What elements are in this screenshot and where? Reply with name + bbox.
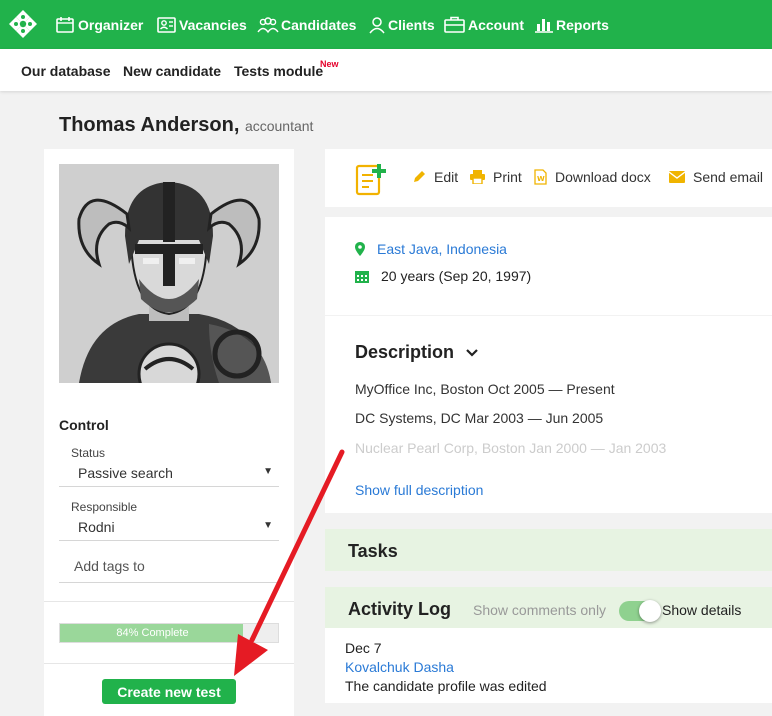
subnav-our-database[interactable]: Our database <box>21 63 110 79</box>
divider <box>44 601 294 602</box>
log-user-link[interactable]: Kovalchuk Dasha <box>345 659 454 675</box>
responsible-value: Rodni <box>78 519 115 535</box>
download-docx-label: Download docx <box>555 169 651 185</box>
toggle-knob <box>639 600 661 622</box>
organizer-icon <box>56 16 74 33</box>
status-label: Status <box>71 446 106 460</box>
description-line: DC Systems, DC Mar 2003 — Jun 2005 <box>355 410 604 426</box>
candidate-photo <box>59 164 279 383</box>
word-file-icon: W <box>534 169 547 185</box>
location-link[interactable]: East Java, Indonesia <box>377 241 507 257</box>
nav-candidates-label: Candidates <box>281 16 357 33</box>
create-new-test-button[interactable]: Create new test <box>102 679 236 704</box>
pencil-icon <box>414 171 425 182</box>
candidate-toolbar: Edit Print W Download docx Send email <box>325 149 772 207</box>
chevron-down-icon <box>466 348 478 357</box>
print-label: Print <box>493 169 522 185</box>
nav-organizer[interactable]: Organizer <box>56 0 143 49</box>
nav-reports-label: Reports <box>556 16 609 33</box>
edit-label: Edit <box>434 169 459 185</box>
tags-input[interactable]: Add tags to <box>59 549 279 583</box>
candidate-info-card: East Java, Indonesia 20 years (Sep 20, 1… <box>325 217 772 315</box>
print-button[interactable]: Print <box>470 169 522 185</box>
age-row: 20 years (Sep 20, 1997) <box>355 268 531 284</box>
responsible-dropdown-arrow-icon: ▼ <box>263 520 273 531</box>
account-icon <box>444 16 465 33</box>
envelope-icon <box>669 171 685 183</box>
nav-clients-label: Clients <box>388 16 435 33</box>
description-line: MyOffice Inc, Boston Oct 2005 — Present <box>355 381 615 397</box>
vacancies-icon <box>157 16 176 33</box>
tags-placeholder: Add tags to <box>74 558 145 574</box>
show-comments-only-label[interactable]: Show comments only <box>473 602 606 618</box>
nav-reports[interactable]: Reports <box>534 0 609 49</box>
profile-progress-bar: 84% Complete <box>59 623 279 643</box>
map-pin-icon <box>355 242 365 256</box>
status-value: Passive search <box>78 465 173 481</box>
app-logo-icon[interactable] <box>8 9 38 39</box>
nav-account-label: Account <box>468 16 524 33</box>
nav-vacancies[interactable]: Vacancies <box>157 0 247 49</box>
candidate-position: accountant <box>244 118 314 134</box>
responsible-select[interactable]: Rodni ▼ <box>59 515 279 541</box>
nav-organizer-label: Organizer <box>78 16 144 33</box>
responsible-label: Responsible <box>71 500 138 514</box>
show-full-description-link[interactable]: Show full description <box>355 482 483 498</box>
show-details-toggle[interactable] <box>619 600 661 622</box>
control-heading: Control <box>59 417 109 433</box>
age-text: 20 years (Sep 20, 1997) <box>381 268 532 284</box>
activity-log-header: Activity Log Show comments only Show det… <box>325 587 772 628</box>
location-row: East Java, Indonesia <box>355 241 507 257</box>
progress-text: 84% Complete <box>116 627 189 639</box>
new-badge: New <box>320 59 339 69</box>
nav-vacancies-label: Vacancies <box>179 16 247 33</box>
candidate-title: Thomas Anderson, accountant <box>59 114 313 137</box>
nav-clients[interactable]: Clients <box>368 0 435 49</box>
subnav-new-candidate[interactable]: New candidate <box>123 63 221 79</box>
nav-candidates[interactable]: Candidates <box>257 0 356 49</box>
top-navigation-bar: Organizer Vacancies Candidates Clients A… <box>0 0 772 49</box>
send-email-button[interactable]: Send email <box>669 169 763 185</box>
candidate-side-panel: Control Status Passive search ▼ Responsi… <box>44 149 294 716</box>
subnav-tests-module[interactable]: Tests module <box>234 63 323 79</box>
tasks-section-header[interactable]: Tasks <box>325 529 772 571</box>
divider <box>44 663 294 664</box>
calendar-icon <box>355 271 369 283</box>
log-text: The candidate profile was edited <box>345 678 547 694</box>
tasks-heading: Tasks <box>348 541 398 561</box>
status-select[interactable]: Passive search ▼ <box>59 461 279 487</box>
description-heading: Description <box>355 342 455 362</box>
printer-icon <box>470 170 485 184</box>
clients-icon <box>369 16 385 33</box>
status-dropdown-arrow-icon: ▼ <box>263 466 273 477</box>
candidates-icon <box>257 16 279 33</box>
log-date: Dec 7 <box>345 640 382 656</box>
description-card: Description MyOffice Inc, Boston Oct 200… <box>325 316 772 513</box>
send-email-label: Send email <box>693 169 764 185</box>
description-faded-line: Nuclear Pearl Corp, Boston Jan 2000 — Ja… <box>355 440 667 456</box>
description-toggle[interactable]: Description <box>355 342 478 363</box>
nav-account[interactable]: Account <box>444 0 524 49</box>
svg-text:W: W <box>537 175 545 183</box>
download-docx-button[interactable]: W Download docx <box>534 169 651 185</box>
activity-log-entry: Dec 7 Kovalchuk Dasha The candidate prof… <box>325 628 772 703</box>
candidate-name: Thomas Anderson, <box>59 114 240 136</box>
activity-log-heading: Activity Log <box>348 599 452 619</box>
edit-button[interactable]: Edit <box>412 169 458 185</box>
reports-icon <box>535 18 553 33</box>
show-details-label[interactable]: Show details <box>662 602 741 618</box>
add-document-icon[interactable] <box>355 162 387 196</box>
sub-navigation-bar: Our database New candidate Tests module … <box>0 49 772 91</box>
